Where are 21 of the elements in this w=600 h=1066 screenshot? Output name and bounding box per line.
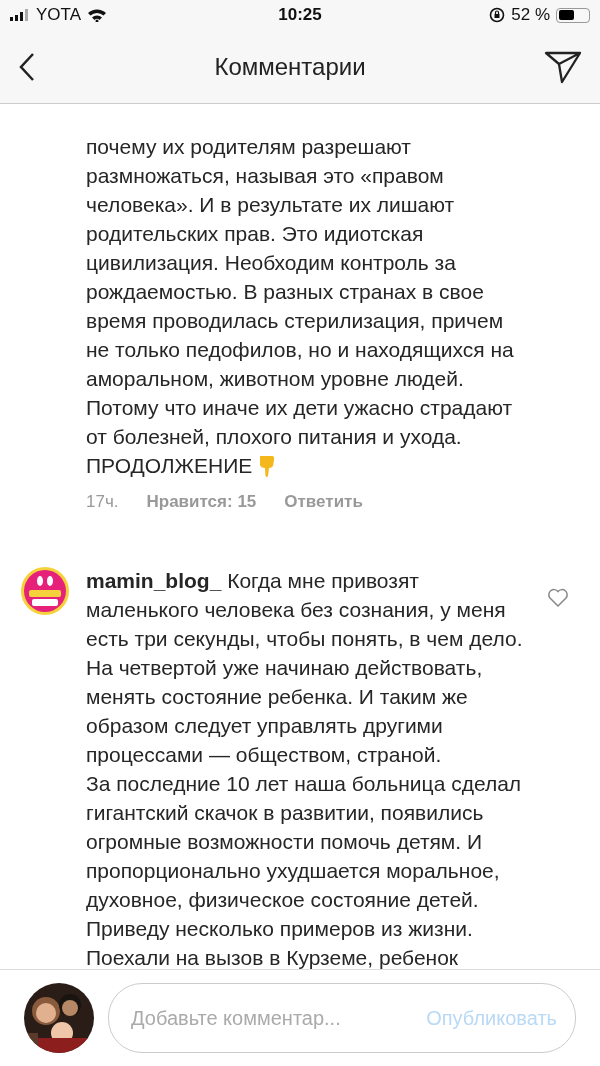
wifi-icon: [87, 8, 108, 22]
comment-text: Поехали на вызов в Курземе, ребенок: [86, 945, 460, 969]
signal-icon: [10, 9, 30, 21]
like-button[interactable]: [547, 588, 569, 608]
battery-percent: 52 %: [511, 5, 550, 25]
comment-time: 17ч.: [86, 492, 119, 512]
back-button[interactable]: [18, 51, 36, 82]
comment-text: ПРОДОЛЖЕНИЕ: [86, 453, 253, 479]
comment-text: почему их родителям разрешают размножаться, называя это «правом человека». И в результате их лишают родительских прав. Это идиотская цивилизация. Необходим контроль за рождаемостью. В разных странах в свое время проводилась стерилизация, причем не только педофилов, но и находящихся на аморальном, животном уровне людей. Потому что иначе их дети ужасно страдают от болезней, плохого питания и ухода.: [86, 134, 515, 450]
rotation-lock-icon: [489, 7, 506, 23]
comment-text: За последние 10 лет наша больница сделал гигантский скачок в развитии, появились огромные возможности помочь детям. И пропорционально ухудшается моральное, духовное, физическое состояние детей. Приведу несколько примеров из жизни.: [86, 771, 523, 942]
battery-icon: [556, 7, 590, 23]
page-title: Комментарии: [214, 52, 366, 81]
pointing-down-hand-icon: [258, 453, 277, 478]
comment-text: mamin_blog_ Когда мне привозят маленького человека без сознания, у меня есть три секунды, чтобы понять, в чем дело. На четвертой уже начинаю действовать, менять состояние ребенка. И таким же образом следует управлять другими процессами — обществом, страной.: [86, 568, 524, 768]
share-button[interactable]: [544, 49, 582, 84]
clock-time: 10:25: [278, 5, 322, 25]
likes-link[interactable]: Нравится: 15: [146, 492, 257, 512]
carrier-name: YOTA: [36, 5, 82, 25]
reply-link[interactable]: Ответить: [284, 492, 363, 512]
comment-field[interactable]: Добавьте комментар... Опубликовать: [108, 983, 576, 1053]
